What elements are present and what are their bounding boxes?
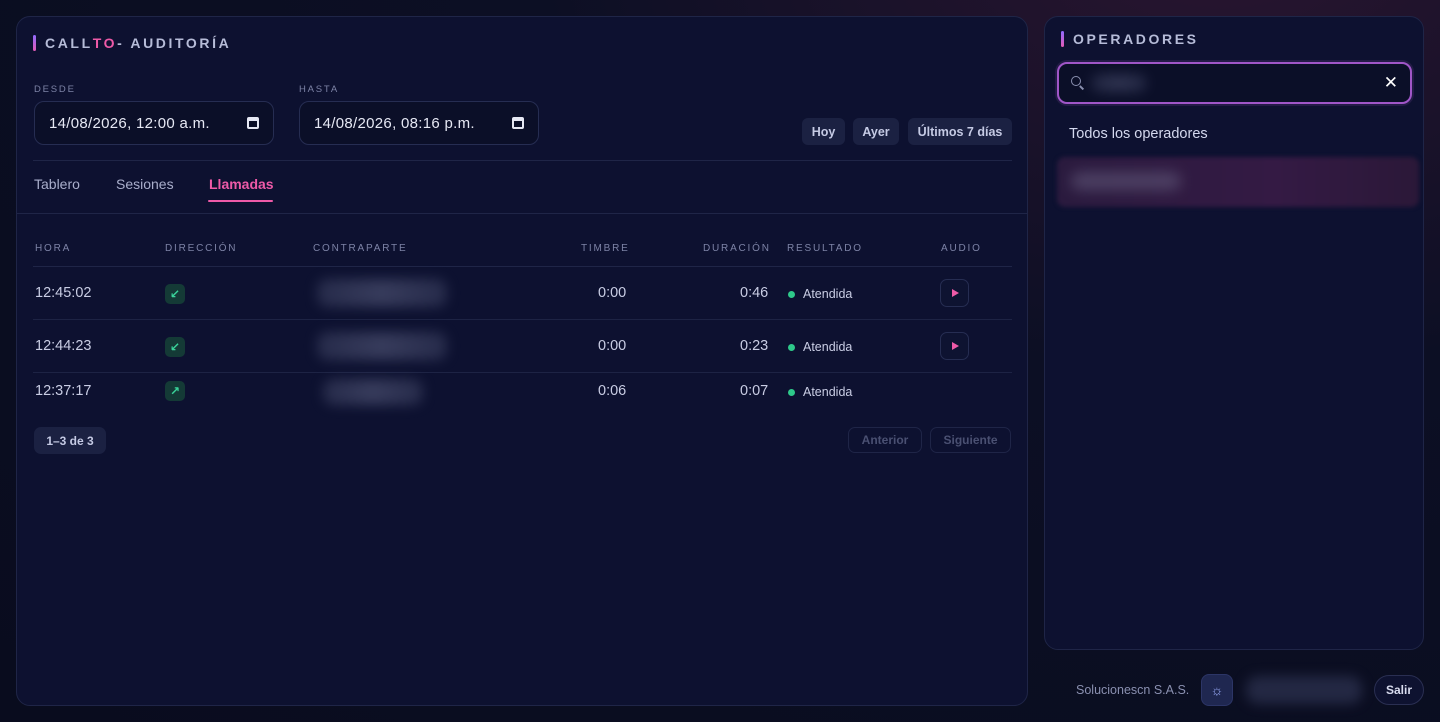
logout-button[interactable]: Salir bbox=[1374, 675, 1424, 705]
pagination-count: 1–3 de 3 bbox=[34, 427, 106, 454]
calendar-icon[interactable] bbox=[512, 117, 524, 129]
contraparte-redacted bbox=[317, 332, 447, 360]
next-page-button[interactable]: Siguiente bbox=[930, 427, 1011, 453]
table-row: 12:45:02 ↙ 0:00 0:46 Atendida bbox=[33, 267, 1012, 320]
contraparte-redacted bbox=[323, 379, 423, 405]
theme-toggle-button[interactable]: ☼ bbox=[1201, 674, 1233, 706]
title-suffix: - AUDITORÍA bbox=[117, 35, 232, 51]
search-value-redacted bbox=[1091, 74, 1147, 92]
user-redacted bbox=[1246, 676, 1362, 704]
desde-label: DESDE bbox=[34, 84, 76, 95]
divider bbox=[17, 213, 1027, 214]
column-header-contraparte: CONTRAPARTE bbox=[313, 243, 408, 254]
ayer-button[interactable]: Ayer bbox=[853, 118, 899, 145]
column-header-audio: AUDIO bbox=[941, 243, 982, 254]
hora-cell: 12:37:17 bbox=[35, 383, 92, 399]
desde-value: 14/08/2026, 12:00 a.m. bbox=[49, 114, 210, 132]
title-accent-bar bbox=[33, 35, 36, 51]
operators-title: OPERADORES bbox=[1061, 31, 1199, 47]
table-row: 12:44:23 ↙ 0:00 0:23 Atendida bbox=[33, 320, 1012, 373]
resultado-cell: Atendida bbox=[803, 287, 853, 301]
duracion-cell: 0:46 bbox=[740, 285, 769, 301]
page-title: CALL TO - AUDITORÍA bbox=[33, 35, 231, 51]
play-icon bbox=[952, 342, 959, 350]
active-tab-indicator bbox=[208, 200, 273, 202]
column-header-timbre: TIMBRE bbox=[581, 243, 630, 254]
hora-cell: 12:45:02 bbox=[35, 285, 92, 301]
calls-panel: CALL TO - AUDITORÍA DESDE 14/08/2026, 12:… bbox=[16, 16, 1028, 706]
divider bbox=[33, 160, 1012, 161]
ultimos-7-dias-button[interactable]: Últimos 7 días bbox=[908, 118, 1012, 145]
calendar-icon[interactable] bbox=[247, 117, 259, 129]
play-audio-button[interactable] bbox=[940, 279, 969, 307]
hasta-value: 14/08/2026, 08:16 p.m. bbox=[314, 114, 475, 132]
resultado-cell: Atendida bbox=[803, 340, 853, 354]
contraparte-redacted bbox=[317, 279, 447, 307]
operators-title-text: OPERADORES bbox=[1073, 31, 1199, 47]
hasta-label: HASTA bbox=[299, 84, 339, 95]
timbre-cell: 0:00 bbox=[598, 285, 627, 301]
play-icon bbox=[952, 289, 959, 297]
tab-tablero[interactable]: Tablero bbox=[34, 176, 80, 192]
column-header-duracion: DURACIÓN bbox=[703, 243, 771, 254]
play-audio-button[interactable] bbox=[940, 332, 969, 360]
operator-search-input[interactable]: ✕ bbox=[1057, 62, 1412, 104]
status-dot bbox=[788, 290, 795, 298]
previous-page-button[interactable]: Anterior bbox=[848, 427, 922, 453]
operators-panel: OPERADORES ✕ Todos los operadores bbox=[1044, 16, 1424, 650]
timbre-cell: 0:06 bbox=[598, 383, 627, 399]
timbre-cell: 0:00 bbox=[598, 338, 627, 354]
hoy-button[interactable]: Hoy bbox=[802, 118, 845, 145]
table-row: 12:37:17 ↗ 0:06 0:07 Atendida bbox=[33, 373, 1012, 411]
column-header-resultado: RESULTADO bbox=[787, 243, 863, 254]
clear-search-button[interactable]: ✕ bbox=[1384, 73, 1398, 93]
desde-date-input[interactable]: 14/08/2026, 12:00 a.m. bbox=[34, 101, 274, 145]
status-dot bbox=[788, 343, 795, 351]
sun-icon: ☼ bbox=[1210, 682, 1224, 698]
hora-cell: 12:44:23 bbox=[35, 338, 92, 354]
title-highlight: TO bbox=[92, 35, 118, 51]
search-icon bbox=[1071, 76, 1085, 90]
arrow-down-left-icon: ↙ bbox=[165, 337, 185, 357]
operator-option-all[interactable]: Todos los operadores bbox=[1069, 126, 1208, 142]
column-header-hora: HORA bbox=[35, 243, 72, 254]
duracion-cell: 0:07 bbox=[740, 383, 769, 399]
resultado-cell: Atendida bbox=[803, 385, 853, 399]
arrow-down-left-icon: ↙ bbox=[165, 284, 185, 304]
tab-sesiones[interactable]: Sesiones bbox=[116, 176, 174, 192]
operator-option-redacted bbox=[1071, 172, 1181, 190]
status-badge: Atendida bbox=[788, 385, 852, 399]
status-badge: Atendida bbox=[788, 287, 852, 301]
status-dot bbox=[788, 388, 795, 396]
title-prefix: CALL bbox=[45, 35, 93, 51]
status-badge: Atendida bbox=[788, 340, 852, 354]
column-header-direccion: DIRECCIÓN bbox=[165, 243, 238, 254]
company-name: Solucionescn S.A.S. bbox=[1076, 683, 1190, 697]
hasta-date-input[interactable]: 14/08/2026, 08:16 p.m. bbox=[299, 101, 539, 145]
duracion-cell: 0:23 bbox=[740, 338, 769, 354]
arrow-up-right-icon: ↗ bbox=[165, 381, 185, 401]
title-accent-bar bbox=[1061, 31, 1064, 47]
tab-llamadas[interactable]: Llamadas bbox=[209, 176, 274, 192]
